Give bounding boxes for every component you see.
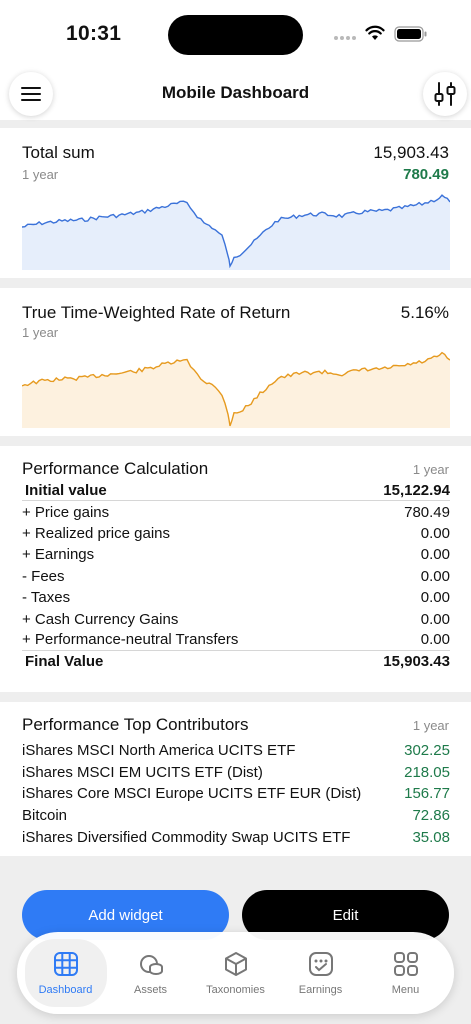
ttwror-card[interactable]: True Time-Weighted Rate of Return 1 year… [0,288,471,436]
contributor-value: 218.05 [404,763,450,781]
tab-menu[interactable]: Menu [365,939,447,1007]
contributor-name: iShares Core MSCI Europe UCITS ETF EUR (… [22,785,362,803]
table-row: + Realized price gains 0.00 [22,523,450,544]
row-value: 780.49 [404,503,450,521]
table-row: + Performance-neutral Transfers 0.00 [22,630,450,652]
table-row: - Taxes 0.00 [22,587,450,608]
row-value: 0.00 [420,524,450,542]
contributors-card[interactable]: Performance Top Contributors 1 year iSha… [0,702,471,856]
table-row: Initial value 15,122.94 [22,480,450,502]
contributor-name: iShares MSCI EM UCITS ETF (Dist) [22,763,263,781]
tab-label: Earnings [298,984,343,996]
performance-period: 1 year [412,462,449,477]
contributor-value: 156.77 [404,785,450,803]
contributors-title: Performance Top Contributors [22,715,249,734]
row-label: + Realized price gains [22,524,171,542]
sliders-icon [434,82,456,106]
contributor-name: iShares Diversified Commodity Swap UCITS… [22,828,351,846]
ttwror-title: True Time-Weighted Rate of Return [22,303,291,322]
tab-label: Menu [391,984,420,996]
table-row: Final Value 15,903.43 [22,651,450,672]
menu-grid-icon [393,952,418,976]
table-row: + Earnings 0.00 [22,544,450,565]
row-label: + Price gains [22,503,110,521]
list-item: iShares Diversified Commodity Swap UCITS… [22,826,450,848]
row-label: Final Value [25,653,104,671]
row-value: 15,122.94 [383,481,450,499]
contributor-value: 302.25 [404,742,450,760]
battery-icon [394,26,427,42]
page-title: Mobile Dashboard [161,83,310,102]
contributors-list: iShares MSCI North America UCITS ETF 302.… [22,740,450,848]
contributor-value: 72.86 [412,807,450,825]
list-item: iShares MSCI EM UCITS ETF (Dist) 218.05 [22,762,450,784]
row-label: Initial value [25,481,107,499]
tab-label: Dashboard [38,984,93,996]
tab-assets[interactable]: Assets [110,939,192,1007]
filter-button[interactable] [423,72,467,116]
total-sum-title: Total sum [22,143,95,162]
row-label: - Taxes [22,589,71,607]
total-sum-card[interactable]: Total sum 1 year 15,903.43 780.49 [0,128,471,278]
ttwror-chart [22,351,450,428]
signal-icon [334,36,356,40]
performance-card[interactable]: Performance Calculation 1 year Initial v… [0,446,471,692]
ttwror-value: 5.16% [400,303,449,322]
grid-icon [53,952,78,976]
row-value: 0.00 [420,567,450,585]
total-sum-period: 1 year [22,167,59,182]
row-label: + Earnings [22,546,95,564]
list-item: iShares Core MSCI Europe UCITS ETF EUR (… [22,783,450,805]
tab-earnings[interactable]: Earnings [280,939,362,1007]
status-bar: 10:31 [0,0,471,70]
table-row: - Fees 0.00 [22,566,450,587]
tab-dashboard[interactable]: Dashboard [24,939,107,1007]
tab-taxonomies[interactable]: Taxonomies [195,939,277,1007]
total-sum-value: 15,903.43 [373,143,449,162]
wifi-icon [365,25,385,40]
performance-title: Performance Calculation [22,459,209,478]
app-header: Mobile Dashboard [0,70,471,120]
tab-label: Assets [133,984,167,996]
contributor-name: iShares MSCI North America UCITS ETF [22,742,296,760]
contributor-name: Bitcoin [22,807,68,825]
tab-label: Taxonomies [206,984,265,996]
status-time: 10:31 [66,22,122,45]
row-label: + Cash Currency Gains [22,610,179,628]
cube-icon [224,952,247,976]
table-row: + Price gains 780.49 [22,501,450,522]
coins-icon [139,955,163,975]
performance-table: Initial value 15,122.94 + Price gains 780.… [22,480,450,673]
ttwror-area [22,352,450,428]
total-sum-chart [22,194,450,270]
dynamic-island [168,15,303,55]
list-item: iShares MSCI North America UCITS ETF 302.… [22,740,450,762]
row-label: + Performance-neutral Transfers [22,631,239,649]
row-value: 0.00 [420,546,450,564]
row-value: 15,903.43 [383,653,450,671]
row-value: 0.00 [420,589,450,607]
row-label: - Fees [22,567,65,585]
total-sum-gain: 780.49 [403,166,449,183]
contributor-value: 35.08 [412,828,450,846]
row-value: 0.00 [420,631,450,649]
ttwror-period: 1 year [22,325,59,340]
row-value: 0.00 [420,610,450,628]
contributors-period: 1 year [412,718,449,733]
table-row: + Cash Currency Gains 0.00 [22,608,450,629]
total-sum-area [22,195,450,270]
list-item: Bitcoin 72.86 [22,805,450,827]
earnings-icon [308,952,333,976]
tab-bar: Dashboard Assets Taxonomies Earnings Men… [17,932,454,1014]
